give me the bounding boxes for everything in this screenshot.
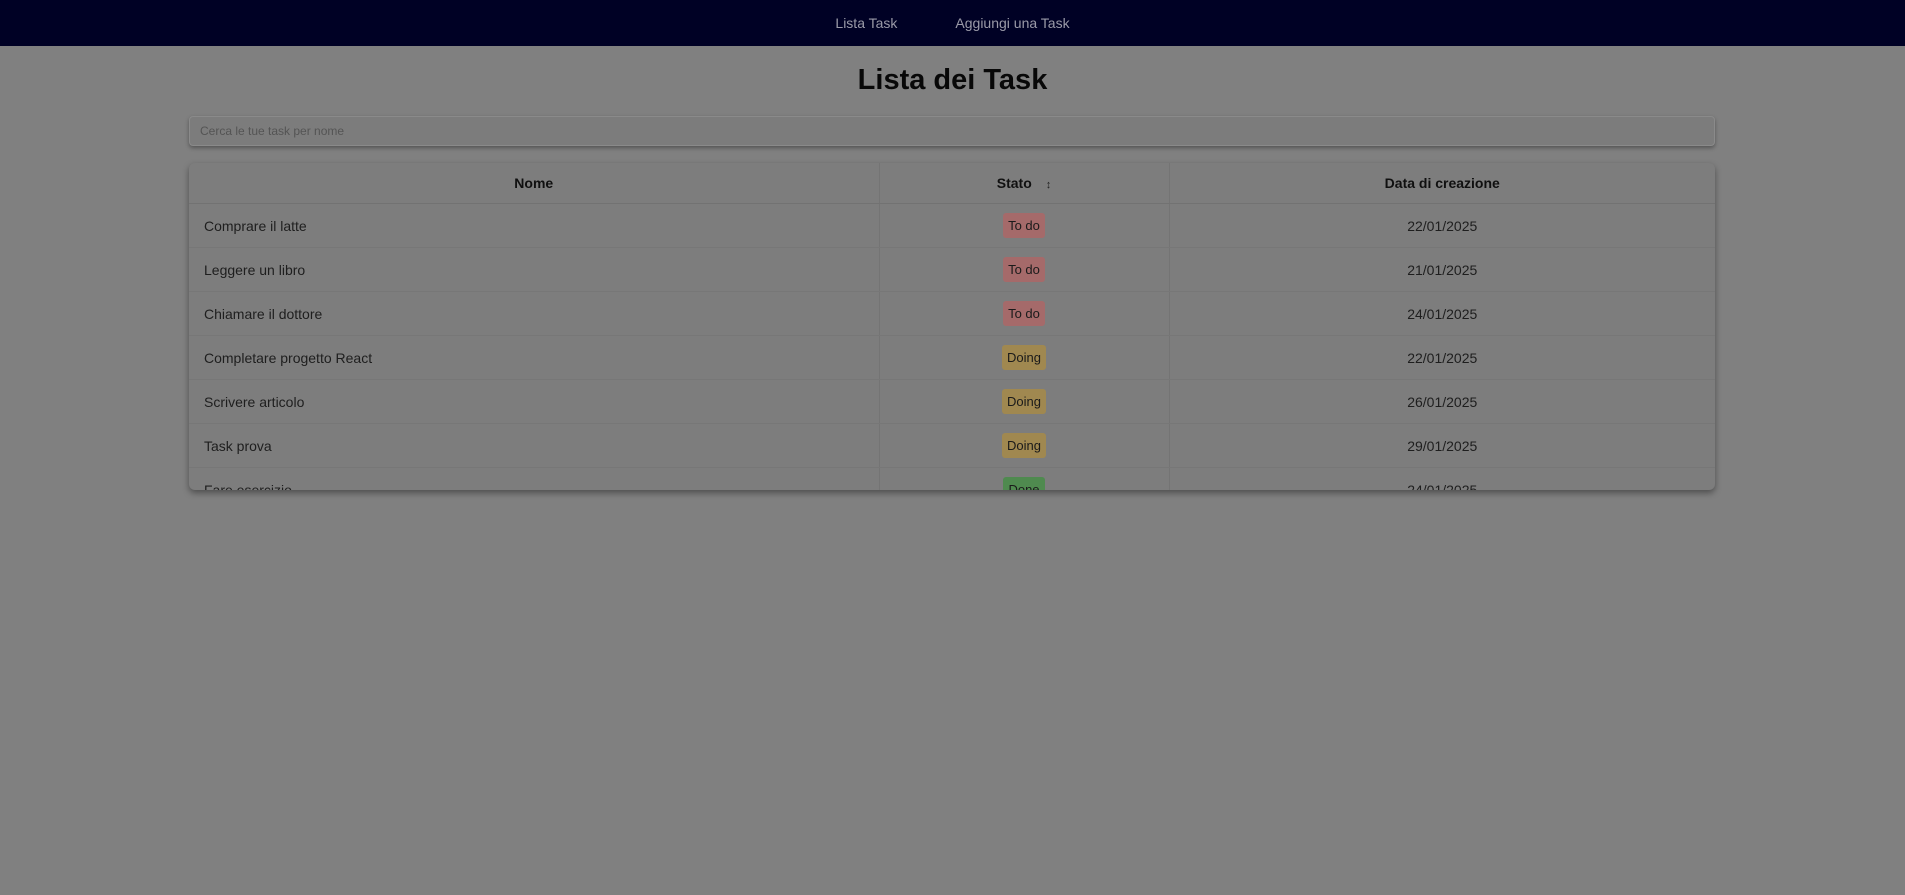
task-creation-date: 24/01/2025	[1168, 291, 1715, 336]
status-badge: To do	[1003, 257, 1045, 282]
task-status-cell: Doing	[878, 379, 1169, 424]
column-header-date-label: Data di creazione	[1384, 175, 1500, 191]
nav-link-task-list[interactable]: Lista Task	[835, 15, 897, 31]
task-creation-date: 22/01/2025	[1168, 203, 1715, 248]
task-status-cell: To do	[878, 291, 1169, 336]
table-row[interactable]: Leggere un libro To do 21/01/2025	[189, 247, 1715, 292]
task-name: Task prova	[189, 423, 879, 468]
status-badge: Done	[1003, 477, 1045, 490]
column-header-status-label: Stato	[996, 175, 1032, 191]
table-row[interactable]: Comprare il latte To do 22/01/2025	[189, 203, 1715, 248]
page-title: Lista dei Task	[857, 64, 1048, 96]
status-badge: To do	[1003, 213, 1045, 238]
task-status-cell: To do	[878, 203, 1169, 248]
task-name: Completare progetto React	[189, 335, 879, 380]
task-table: Nome Stato ↕ Data di creazione Comprare i…	[189, 163, 1715, 490]
column-header-name: Nome	[189, 163, 879, 204]
sort-arrow-icon[interactable]: ↕	[1046, 179, 1052, 191]
nav-link-add-task[interactable]: Aggiungi una Task	[955, 15, 1069, 31]
task-creation-date: 21/01/2025	[1168, 247, 1715, 292]
status-badge: Doing	[1002, 433, 1046, 458]
task-status-cell: Done	[878, 467, 1169, 490]
table-row[interactable]: Task prova Doing 29/01/2025	[189, 423, 1715, 468]
top-navbar: Lista Task Aggiungi una Task	[0, 0, 1905, 46]
task-creation-date: 22/01/2025	[1168, 335, 1715, 380]
task-table-body: Comprare il latte To do 22/01/2025 Leggere …	[189, 203, 1715, 491]
task-status-cell: Doing	[878, 423, 1169, 468]
column-header-date: Data di creazione	[1168, 163, 1715, 204]
task-creation-date: 26/01/2025	[1168, 379, 1715, 424]
status-badge: To do	[1003, 301, 1045, 326]
search-input[interactable]	[189, 116, 1715, 146]
column-header-name-label: Nome	[514, 175, 554, 191]
status-badge: Doing	[1002, 389, 1046, 414]
task-status-cell: Doing	[878, 335, 1169, 380]
task-name: Chiamare il dottore	[189, 291, 879, 336]
task-name: Fare esercizio	[204, 481, 292, 491]
table-row[interactable]: Chiamare il dottore To do 24/01/2025	[189, 291, 1715, 336]
task-table-card: Nome Stato ↕ Data di creazione Comprare i…	[189, 163, 1715, 490]
task-name: Scrivere articolo	[189, 379, 879, 424]
table-header-row: Nome Stato ↕ Data di creazione	[189, 163, 1715, 204]
table-row[interactable]: Completare progetto React Doing 22/01/2025	[189, 335, 1715, 380]
task-name: Comprare il latte	[189, 203, 879, 248]
column-header-status[interactable]: Stato ↕	[878, 163, 1169, 204]
task-name: Leggere un libro	[189, 247, 879, 292]
status-badge: Doing	[1002, 345, 1046, 370]
table-row[interactable]: Fare esercizio Done 24/01/2025	[189, 467, 1715, 491]
task-creation-date: 29/01/2025	[1168, 423, 1715, 468]
table-row[interactable]: Scrivere articolo Doing 26/01/2025	[189, 379, 1715, 424]
task-creation-date: 24/01/2025	[1168, 467, 1715, 490]
task-status-cell: To do	[878, 247, 1169, 292]
